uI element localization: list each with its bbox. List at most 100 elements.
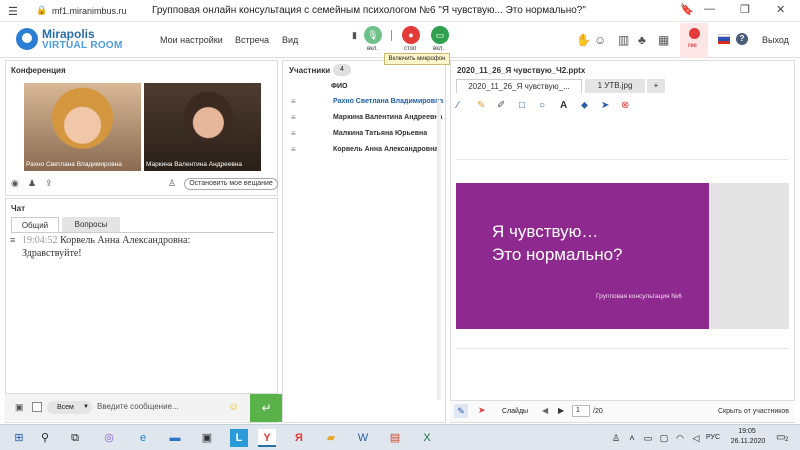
- yandex-icon[interactable]: Я: [290, 429, 308, 447]
- participant-row[interactable]: ≡ Рахно Светлана Владимировна: [287, 95, 443, 109]
- network-icon[interactable]: ♣: [638, 33, 646, 47]
- mic-label: вкл.: [367, 46, 379, 52]
- raise-hand-icon[interactable]: ✋: [576, 33, 591, 47]
- language-flag-icon[interactable]: [718, 34, 730, 44]
- camera-settings-icon[interactable]: ◉: [11, 178, 19, 189]
- chat-message-header: 19:04:52 Корвель Анна Александровна:: [22, 235, 190, 246]
- wifi-icon[interactable]: ◠: [674, 429, 686, 447]
- fill-icon[interactable]: ⬥: [581, 100, 588, 111]
- pen-icon[interactable]: ∕: [457, 100, 459, 111]
- nav-meeting[interactable]: Встреча: [235, 35, 269, 45]
- word-icon[interactable]: W: [354, 429, 372, 447]
- mic-button[interactable]: 🎙: [364, 26, 382, 44]
- drag-handle-icon[interactable]: ≡: [291, 95, 296, 109]
- powerpoint-icon[interactable]: ▤: [386, 429, 404, 447]
- ellipse-icon[interactable]: ○: [539, 100, 545, 111]
- stats-icon[interactable]: ▥: [618, 33, 629, 47]
- cursor-icon[interactable]: ➤: [478, 405, 486, 416]
- video-label: вкл.: [433, 46, 445, 52]
- drag-handle-icon[interactable]: ≡: [291, 143, 296, 157]
- participant-row[interactable]: ≡ Маркина Валентина Андреевна: [287, 111, 442, 125]
- slide-title-line-1: Я чувствую…: [492, 222, 599, 241]
- add-tab-button[interactable]: +: [647, 79, 665, 93]
- exit-button[interactable]: Выход: [762, 35, 789, 45]
- alice-icon[interactable]: ◎: [100, 429, 118, 447]
- volume-icon[interactable]: ◁: [690, 429, 702, 447]
- page-number-input[interactable]: 1: [572, 405, 590, 417]
- slide-canvas[interactable]: Я чувствую… Это нормально? Групповая кон…: [456, 183, 709, 329]
- tab-general[interactable]: Общий: [11, 217, 59, 232]
- participant-row[interactable]: ≡ Корвель Анна Александровна: [287, 143, 439, 157]
- user-tray-icon[interactable]: ♙: [610, 429, 622, 447]
- clear-icon[interactable]: ⊗: [621, 100, 629, 111]
- users-icon[interactable]: ♟: [28, 178, 36, 189]
- search-icon[interactable]: ⚲: [36, 429, 54, 447]
- edge-icon[interactable]: e: [134, 429, 152, 447]
- marker-icon[interactable]: ✐: [497, 100, 505, 111]
- windows-start-icon[interactable]: ⊞: [10, 429, 28, 447]
- minimize-icon[interactable]: —: [704, 3, 715, 15]
- battery-icon[interactable]: ▭: [642, 429, 654, 447]
- mic-settings-icon[interactable]: ▮: [352, 30, 357, 41]
- slide-caption: Групповая консультация №6: [596, 293, 682, 300]
- message-time: 19:04:52: [22, 235, 58, 246]
- prev-slide-icon[interactable]: ◀: [542, 406, 548, 415]
- stop-my-broadcast-button[interactable]: Остановить мое вещание: [184, 178, 278, 190]
- next-slide-icon[interactable]: ▶: [558, 406, 564, 415]
- layout-icon[interactable]: ▦: [658, 33, 669, 47]
- slides-label[interactable]: Слайды: [502, 408, 528, 415]
- tab-presentation[interactable]: 2020_11_26_Я чувствую_...: [456, 79, 582, 93]
- store-icon[interactable]: ▣: [198, 429, 216, 447]
- menu-icon[interactable]: ☰: [8, 5, 20, 18]
- lock-icon[interactable]: 🔒: [36, 5, 47, 16]
- chat-tray-icon[interactable]: ▢: [658, 429, 670, 447]
- hide-from-participants-button[interactable]: Скрыть от участников: [718, 408, 789, 415]
- stop-broadcast-button[interactable]: ●: [402, 26, 420, 44]
- emoji-icon[interactable]: ☺: [594, 33, 606, 47]
- app-l-icon[interactable]: L: [230, 429, 248, 447]
- highlighter-icon[interactable]: ✎: [477, 100, 485, 111]
- tab-image[interactable]: 1 УТВ.jpg: [585, 79, 645, 93]
- participant-name: Корвель Анна Александровна: [333, 146, 439, 153]
- folder-icon[interactable]: ▰: [322, 429, 340, 447]
- restore-icon[interactable]: ❐: [740, 3, 750, 16]
- message-input[interactable]: Введите сообщение...: [97, 402, 179, 411]
- video-tile-2[interactable]: Маркина Валентина Андреевна: [144, 83, 261, 171]
- clock-date[interactable]: 26.11.2020: [726, 438, 770, 445]
- message-menu-icon[interactable]: ≡: [10, 235, 15, 245]
- chevron-up-icon[interactable]: ˄: [626, 429, 638, 447]
- drag-handle-icon[interactable]: ≡: [291, 127, 296, 141]
- text-tool-icon[interactable]: A: [560, 100, 567, 111]
- explorer-icon[interactable]: ▬: [166, 429, 184, 447]
- clock-time[interactable]: 19:05: [732, 428, 762, 435]
- color-picker[interactable]: [32, 402, 42, 412]
- record-button[interactable]: rec: [680, 23, 708, 58]
- drag-handle-icon[interactable]: ≡: [291, 111, 296, 125]
- nav-view[interactable]: Вид: [282, 35, 298, 45]
- pen-mode-icon[interactable]: ✎: [454, 404, 468, 418]
- send-button[interactable]: ↵: [250, 394, 283, 422]
- share-icon[interactable]: ⇪: [45, 178, 53, 189]
- presentation-file-title: 2020_11_26_Я чувствую_Ч2.pptx: [457, 66, 586, 75]
- chat-title: Чат: [11, 204, 25, 213]
- video-button[interactable]: ▭: [431, 26, 449, 44]
- excel-icon[interactable]: X: [418, 429, 436, 447]
- nav-my-settings[interactable]: Мои настройки: [160, 35, 223, 45]
- tab-questions[interactable]: Вопросы: [62, 217, 120, 232]
- participants-scrollbar[interactable]: [437, 100, 441, 400]
- bookmark-icon[interactable]: 🔖: [680, 3, 694, 16]
- rectangle-icon[interactable]: □: [519, 100, 525, 111]
- pointer-icon[interactable]: ➤: [601, 100, 609, 111]
- smiley-icon[interactable]: ☺: [228, 401, 239, 413]
- address-url[interactable]: mf1.miranimbus.ru: [52, 6, 127, 16]
- help-button[interactable]: ?: [736, 33, 748, 45]
- participant-row[interactable]: ≡ Малкина Татьяна Юрьевна: [287, 127, 439, 141]
- yandex-browser-icon[interactable]: Y: [258, 429, 276, 447]
- recipient-select[interactable]: Всем ▼: [47, 401, 92, 414]
- volume-slider[interactable]: │: [389, 30, 395, 40]
- video-tile-1[interactable]: Рахно Светлана Владимировна: [24, 83, 141, 171]
- format-icon[interactable]: ▣: [15, 402, 24, 413]
- task-view-icon[interactable]: ⧉: [66, 429, 84, 447]
- language-indicator[interactable]: РУС: [706, 434, 720, 441]
- close-icon[interactable]: ✕: [776, 3, 785, 16]
